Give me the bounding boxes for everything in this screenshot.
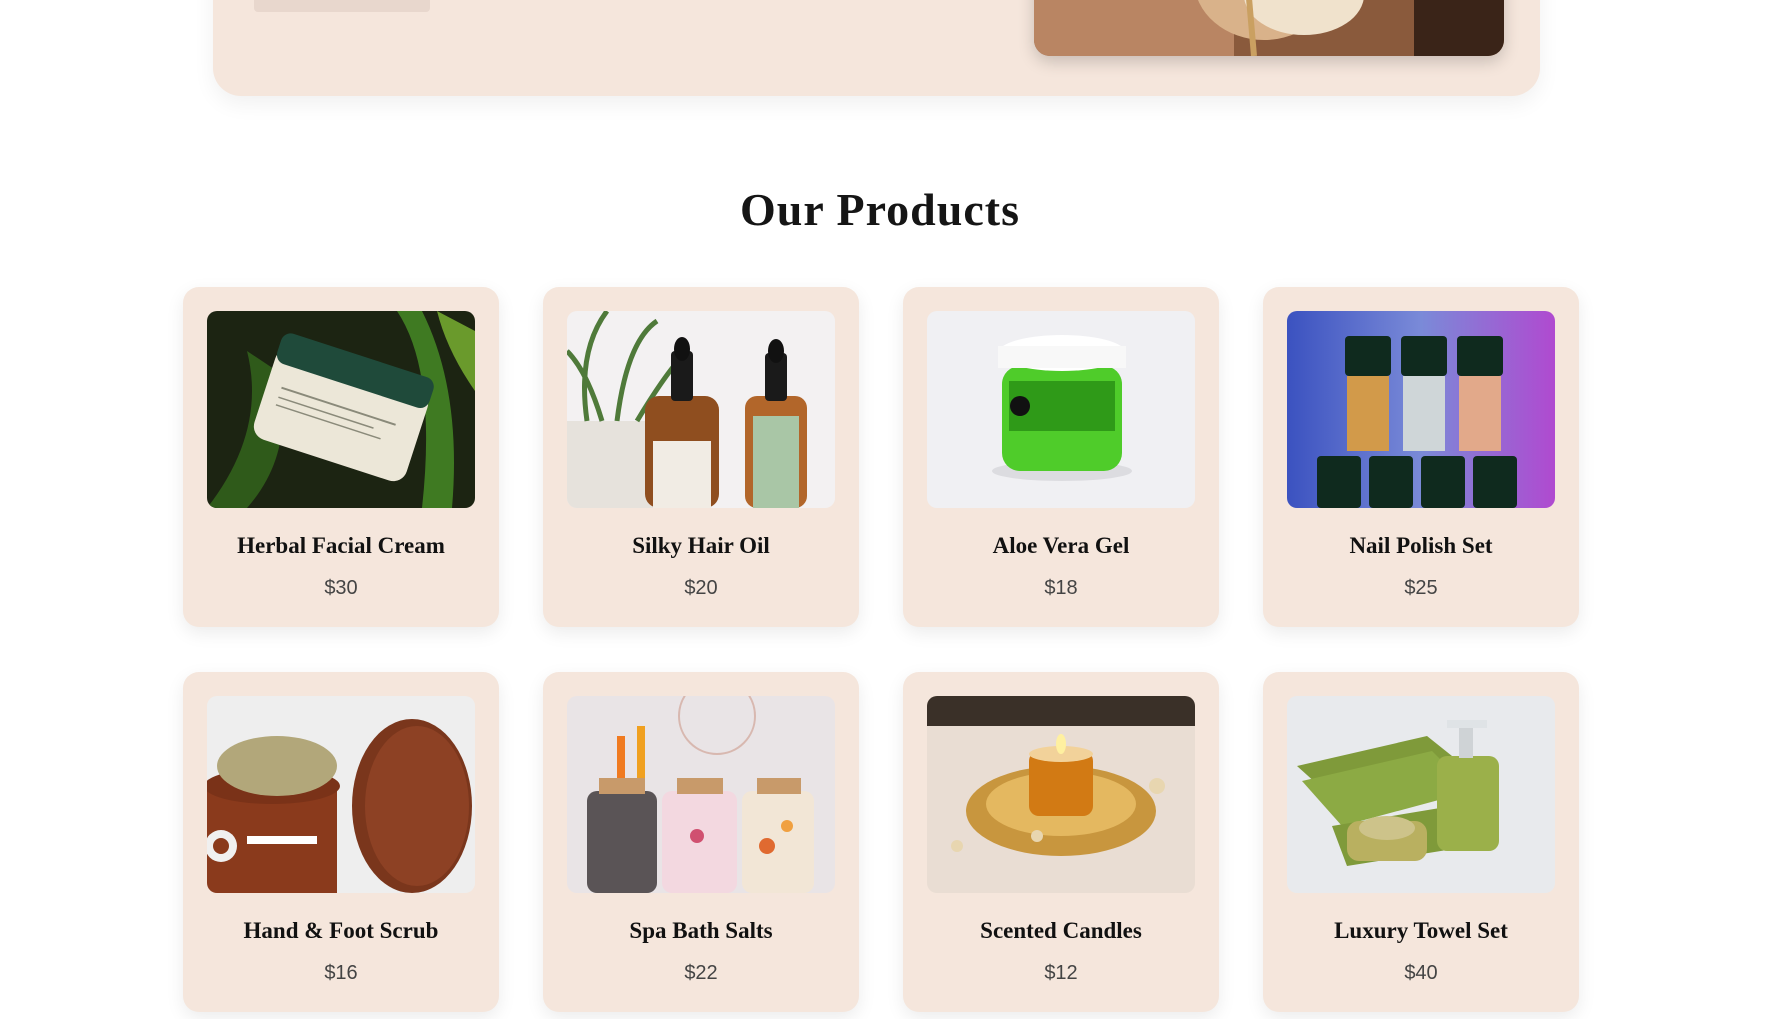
product-name: Luxury Towel Set <box>1334 918 1508 943</box>
product-name: Herbal Facial Cream <box>237 533 445 558</box>
product-card[interactable]: Herbal Facial Cream $30 <box>183 287 499 627</box>
section-title: Our Products <box>740 184 1020 235</box>
product-image-scented-candles[interactable] <box>927 696 1195 893</box>
product-price: $16 <box>324 962 358 984</box>
product-price: $12 <box>1044 962 1078 984</box>
product-name: Aloe Vera Gel <box>992 533 1130 558</box>
product-card[interactable]: Aloe Vera Gel $18 <box>903 287 1219 627</box>
product-image-spa-bath-salts[interactable] <box>567 696 835 893</box>
product-image-nail-polish-set[interactable] <box>1287 311 1555 508</box>
product-image-aloe-vera-gel[interactable] <box>927 311 1195 508</box>
product-name: Scented Candles <box>980 918 1142 943</box>
product-card[interactable]: Luxury Towel Set $40 <box>1263 672 1579 1012</box>
product-card[interactable]: Nail Polish Set $25 <box>1263 287 1579 627</box>
product-card[interactable]: Silky Hair Oil $20 <box>543 287 859 627</box>
product-image-herbal-facial-cream[interactable] <box>207 311 475 508</box>
hero-button[interactable] <box>254 0 430 12</box>
product-name: Nail Polish Set <box>1349 533 1493 558</box>
product-card[interactable]: Hand & Foot Scrub $16 <box>183 672 499 1012</box>
hero-section <box>213 0 1540 96</box>
product-price: $22 <box>684 962 718 984</box>
product-name: Hand & Foot Scrub <box>243 918 439 943</box>
product-price: $40 <box>1404 962 1438 984</box>
product-price: $30 <box>324 577 358 599</box>
product-name: Silky Hair Oil <box>632 533 770 558</box>
product-image-luxury-towel-set[interactable] <box>1287 696 1555 893</box>
product-card[interactable]: Scented Candles $12 <box>903 672 1219 1012</box>
product-price: $18 <box>1044 577 1078 599</box>
product-name: Spa Bath Salts <box>629 918 773 943</box>
product-price: $20 <box>684 577 718 599</box>
product-image-silky-hair-oil[interactable] <box>567 311 835 508</box>
product-card[interactable]: Spa Bath Salts $22 <box>543 672 859 1012</box>
product-price: $25 <box>1404 577 1438 599</box>
product-image-hand-foot-scrub[interactable] <box>207 696 475 893</box>
hero-image <box>1034 0 1504 56</box>
